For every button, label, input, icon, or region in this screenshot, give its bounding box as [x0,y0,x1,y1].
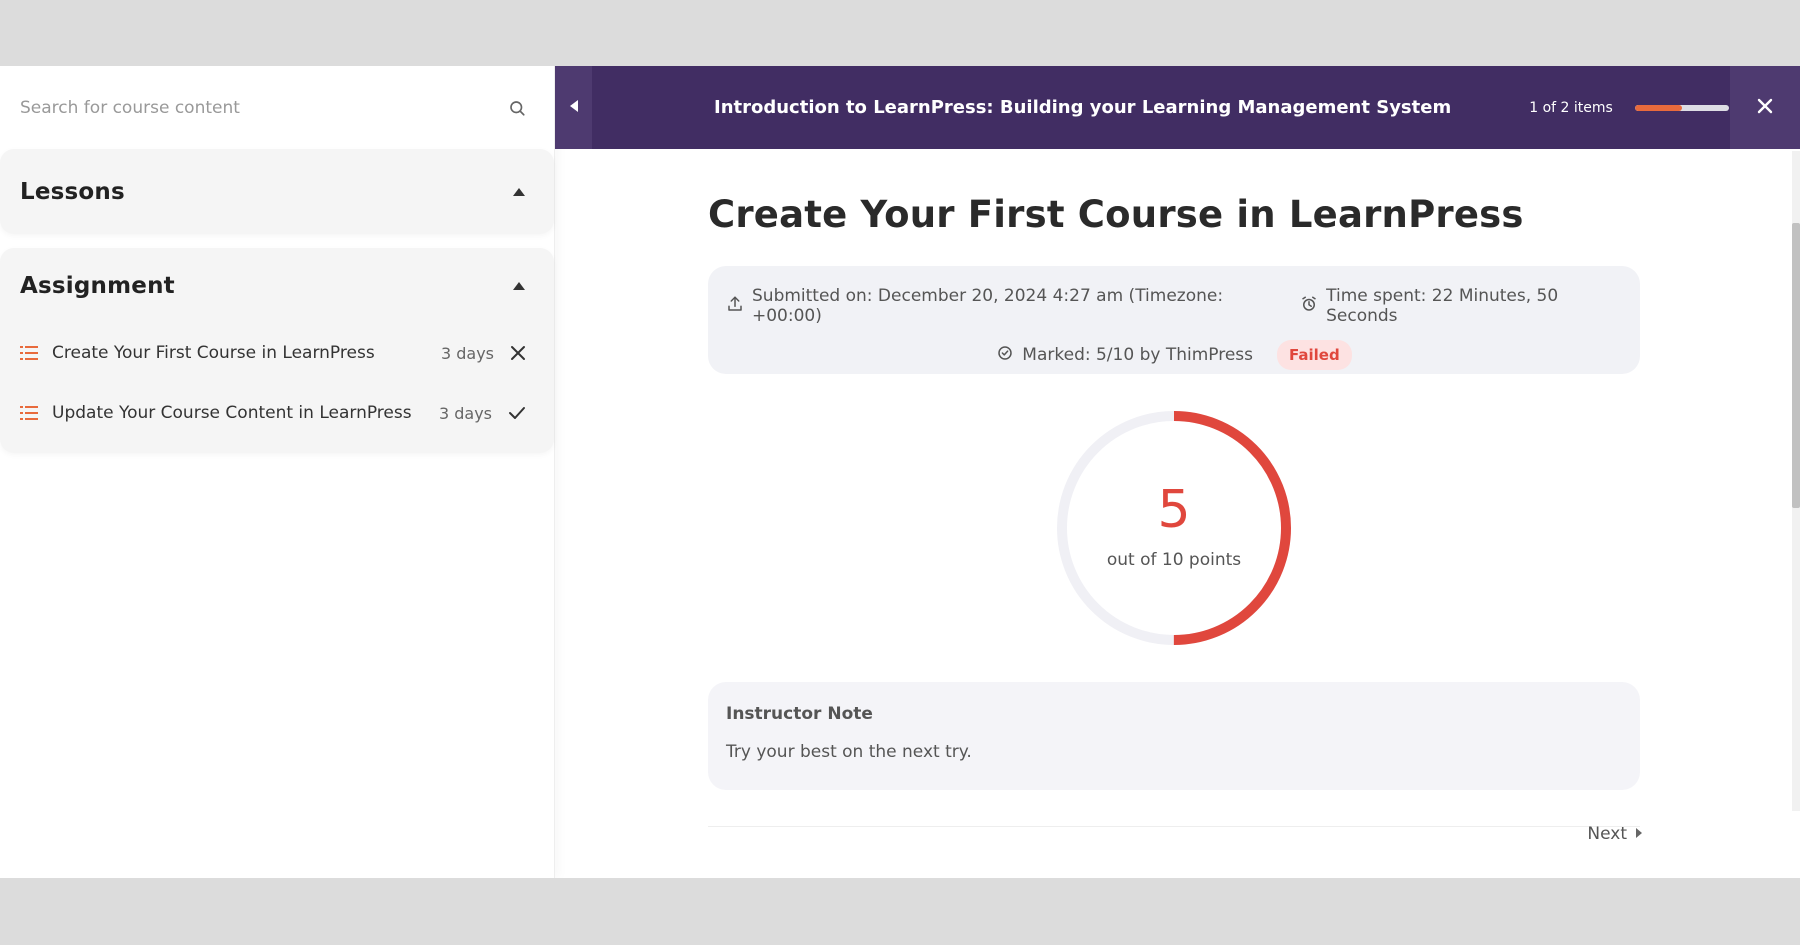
time-spent-text: Time spent: 22 Minutes, 50 Seconds [1326,286,1559,326]
assignment-item[interactable]: Create Your First Course in LearnPress 3… [0,323,554,383]
assignment-result: Create Your First Course in LearnPress S… [708,149,1640,827]
items-count: 1 of 2 items [1529,99,1613,116]
instructor-note-title: Instructor Note [726,704,873,724]
time-spent: Time spent: 22 Minutes, 50 Seconds [1300,286,1622,326]
instructor-note-text: Try your best on the next try. [726,742,972,762]
score-subtitle: out of 10 points [1106,550,1242,570]
search-icon[interactable] [508,99,526,117]
main-content: Introduction to LearnPress: Building you… [555,66,1800,878]
assignment-item-label: Update Your Course Content in LearnPress [52,403,412,423]
assignment-list-icon [20,346,38,360]
course-topbar: Introduction to LearnPress: Building you… [555,66,1800,149]
marked-by: Marked: 5/10 by ThimPress [996,344,1253,367]
submitted-on-text: Submitted on: December 20, 2024 4:27 am … [752,286,1224,326]
submitted-on: Submitted on: December 20, 2024 4:27 am … [726,286,1276,326]
caret-up-icon[interactable] [512,281,526,291]
score-value: 5 [1157,480,1191,540]
page-title: Create Your First Course in LearnPress [708,193,1524,236]
close-icon [1757,98,1773,118]
section-title: Assignment [20,272,175,299]
status-badge: Failed [1277,340,1352,370]
section-assignment: Assignment Create Your First Course in L… [0,248,554,453]
course-sidebar: Lessons Assignment Create Your First Cou… [0,66,555,878]
section-assignment-header[interactable]: Assignment [0,248,554,323]
alarm-clock-icon [1300,295,1318,318]
section-lessons: Lessons [0,149,554,234]
instructor-note: Instructor Note Try your best on the nex… [708,682,1640,790]
close-course-button[interactable] [1730,66,1800,149]
assignment-item-label: Create Your First Course in LearnPress [52,343,375,363]
assignment-item[interactable]: Update Your Course Content in LearnPress… [0,383,554,443]
next-button[interactable]: Next [1587,824,1643,844]
content-divider [708,826,1640,827]
caret-left-icon [569,98,579,117]
section-lessons-header[interactable]: Lessons [0,149,554,234]
course-progress-bar [1634,104,1729,111]
content-scrollbar[interactable] [1792,151,1800,811]
assignment-item-duration: 3 days [438,403,492,423]
next-label: Next [1587,824,1627,844]
check-icon [508,406,526,420]
search-bar [0,66,554,149]
toggle-sidebar-button[interactable] [555,66,592,149]
course-progress-fill [1634,104,1682,111]
check-circle-icon [996,344,1014,367]
section-title: Lessons [20,178,125,205]
caret-up-icon[interactable] [512,187,526,197]
search-input[interactable] [20,97,460,118]
scrollbar-thumb[interactable] [1792,223,1800,508]
submission-meta: Submitted on: December 20, 2024 4:27 am … [708,266,1640,374]
upload-icon [726,295,744,318]
assignment-list-icon [20,406,38,420]
marked-by-text: Marked: 5/10 by ThimPress [1022,345,1254,365]
caret-right-icon [1635,824,1643,844]
close-icon [510,345,526,361]
assignment-item-duration: 3 days [440,343,494,363]
app-window: Lessons Assignment Create Your First Cou… [0,66,1800,878]
score-ring: 5 out of 10 points [1054,408,1294,648]
course-title: Introduction to LearnPress: Building you… [714,97,1452,118]
